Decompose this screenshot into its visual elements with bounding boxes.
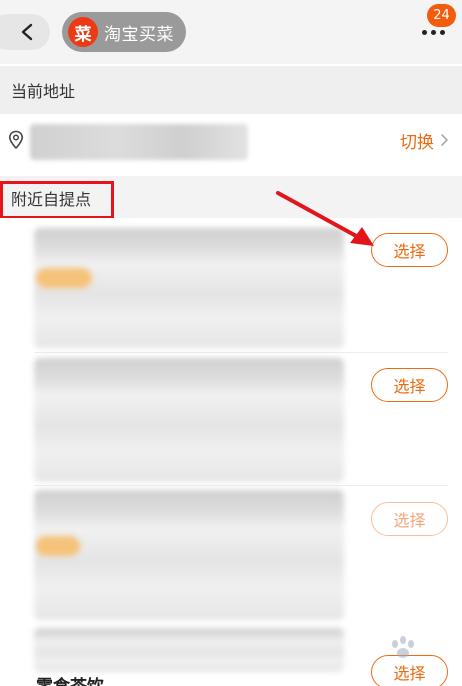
switch-address-link[interactable]: 切换 bbox=[400, 128, 434, 153]
current-address-title: 当前地址 bbox=[11, 82, 76, 101]
pickup-item-tag bbox=[36, 268, 92, 288]
list-divider bbox=[34, 485, 448, 486]
location-pin-icon bbox=[8, 130, 24, 150]
pickup-item-blurred bbox=[34, 628, 344, 672]
select-button[interactable]: 选择 bbox=[371, 233, 448, 267]
annotation-arrow-icon bbox=[276, 191, 374, 246]
back-button[interactable] bbox=[0, 14, 50, 50]
pickup-item-tag bbox=[36, 536, 80, 556]
category-label: 零食茶饮 bbox=[36, 672, 104, 686]
app-name: 淘宝买菜 bbox=[104, 24, 174, 45]
current-address-header: 当前地址 bbox=[0, 66, 462, 114]
app-title-pill[interactable]: 菜 淘宝买菜 bbox=[62, 12, 186, 52]
chevron-left-icon bbox=[21, 23, 33, 41]
chevron-right-icon bbox=[441, 134, 448, 146]
pickup-item-blurred bbox=[34, 490, 344, 620]
notification-badge: 24 bbox=[427, 4, 456, 27]
top-bar: 菜 淘宝买菜 24 bbox=[0, 0, 462, 64]
pickup-item-blurred bbox=[34, 358, 344, 482]
select-button[interactable]: 选择 bbox=[371, 368, 448, 402]
list-divider bbox=[34, 352, 448, 353]
annotation-highlight-box bbox=[0, 181, 114, 219]
baidu-watermark-icon bbox=[392, 636, 414, 658]
address-text-blurred bbox=[30, 124, 248, 160]
select-button[interactable]: 选择 bbox=[371, 502, 448, 536]
app-logo: 菜 bbox=[68, 17, 98, 47]
